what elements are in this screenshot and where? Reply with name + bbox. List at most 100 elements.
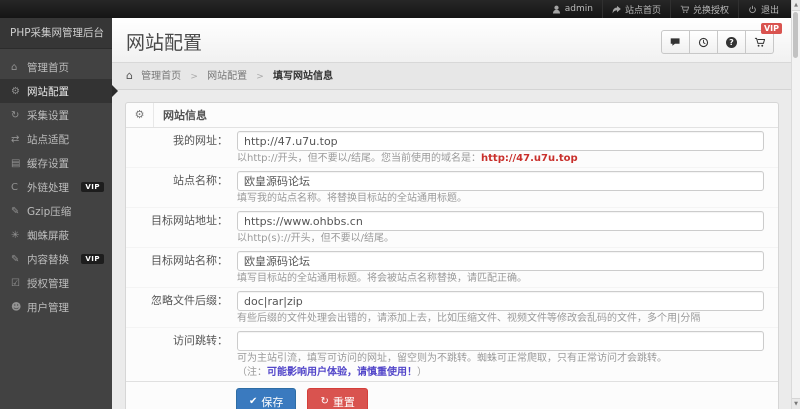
refresh-icon: ↻ bbox=[320, 396, 329, 407]
site-home-icon bbox=[612, 5, 621, 13]
field-ignore-ext: 忽略文件后缀： 有些后缀的文件处理会出错的，请添加上去，比如压缩文件、视频文件等… bbox=[126, 288, 778, 328]
topbar-site-home-label: 站点首页 bbox=[624, 5, 661, 16]
target-url-input[interactable] bbox=[237, 211, 764, 231]
sidebar: PHP采集网管理后台 ⌂ 管理首页 ⚙ 网站配置 ↻ 采集设置 ⇄ 站点适配 ▤… bbox=[0, 18, 118, 409]
field-visit-redirect: 访问跳转： 可为主站引流，填写可访问的网址，留空则为不跳转。蜘蛛可正常爬取，只有… bbox=[126, 328, 778, 381]
sidebar-menu: ⌂ 管理首页 ⚙ 网站配置 ↻ 采集设置 ⇄ 站点适配 ▤ 缓存设置 C 外链处… bbox=[0, 49, 118, 319]
app-brand: PHP采集网管理后台 bbox=[0, 18, 112, 49]
site-name-input[interactable] bbox=[237, 171, 764, 191]
sidebar-item-spider-block[interactable]: ✳ 蜘蛛屏蔽 bbox=[0, 223, 112, 247]
target-name-input[interactable] bbox=[237, 251, 764, 271]
external-link-icon: C bbox=[11, 181, 18, 193]
sidebar-item-user-manage[interactable]: ☻ 用户管理 bbox=[0, 295, 112, 319]
power-icon bbox=[749, 5, 756, 13]
admin-app: admin 站点首页 兑换授权 退出 PHP采集网管理后台 ⌂ 管理首页 ⚙ 网… bbox=[0, 0, 800, 409]
panel-footer: ✔ 保存 ↻ 重置 bbox=[126, 381, 778, 409]
field-target-name: 目标网站名称： 填写目标站的全站通用标题。将会被站点名称替换，请匹配正确。 bbox=[126, 248, 778, 288]
cart-icon bbox=[754, 37, 765, 47]
users-icon: ☻ bbox=[11, 301, 22, 313]
active-item-arrow bbox=[112, 85, 118, 97]
gear-icon: ⚙ bbox=[11, 85, 20, 97]
field-label: 忽略文件后缀： bbox=[151, 294, 228, 307]
field-hint: 填写目标站的全站通用标题。将会被站点名称替换，请匹配正确。 bbox=[237, 273, 527, 284]
topbar-exchange-license[interactable]: 兑换授权 bbox=[669, 0, 738, 18]
sidebar-item-home[interactable]: ⌂ 管理首页 bbox=[0, 55, 112, 79]
topbar-admin[interactable]: admin bbox=[543, 0, 602, 18]
field-hint: 有些后缀的文件处理会出错的，请添加上去，比如压缩文件、视频文件等修改会乱码的文件… bbox=[237, 313, 701, 324]
panel-header: ⚙ 网站信息 bbox=[126, 103, 778, 128]
sidebar-item-content-replace[interactable]: ✎ 内容替换 VIP bbox=[0, 247, 112, 271]
scrollbar-thumb[interactable] bbox=[793, 12, 798, 58]
sidebar-item-site-config[interactable]: ⚙ 网站配置 bbox=[0, 79, 118, 103]
field-label: 目标网站名称： bbox=[151, 254, 228, 267]
site-info-panel: ⚙ 网站信息 我的网址： 以http://开头，但不要以/结尾。您当前使用的域名… bbox=[125, 102, 779, 409]
clock-icon bbox=[698, 37, 709, 47]
sidebar-item-collect-settings[interactable]: ↻ 采集设置 bbox=[0, 103, 112, 127]
ignore-ext-input[interactable] bbox=[237, 291, 764, 311]
spider-icon: ✳ bbox=[11, 229, 20, 241]
my-url-input[interactable] bbox=[237, 131, 764, 151]
page-scrollbar[interactable]: ▲ ▼ bbox=[791, 0, 800, 409]
sidebar-item-gzip[interactable]: ✎ Gzip压缩 bbox=[0, 199, 112, 223]
sidebar-item-cache-settings[interactable]: ▤ 缓存设置 bbox=[0, 151, 112, 175]
history-button[interactable] bbox=[690, 30, 718, 54]
scroll-down-icon[interactable]: ▼ bbox=[792, 398, 800, 409]
field-note: （注：可能影响用户体验，请慎重使用！） bbox=[237, 367, 427, 378]
home-icon: ⌂ bbox=[11, 61, 18, 73]
cache-icon: ▤ bbox=[11, 157, 21, 169]
breadcrumb-home-link[interactable]: 管理首页 bbox=[141, 71, 181, 82]
save-button[interactable]: ✔ 保存 bbox=[236, 388, 297, 409]
compress-icon: ✎ bbox=[11, 205, 20, 217]
message-button[interactable] bbox=[661, 30, 690, 54]
field-target-url: 目标网站地址： 以http(s)://开头，但不要以/结尾。 bbox=[126, 208, 778, 248]
topbar-logout-label: 退出 bbox=[760, 5, 779, 16]
page-header: 网站配置 ? VIP bbox=[112, 18, 792, 63]
field-label: 访问跳转： bbox=[173, 334, 228, 347]
shop-button[interactable]: VIP bbox=[746, 23, 782, 54]
question-icon: ? bbox=[726, 36, 737, 48]
topbar-logout[interactable]: 退出 bbox=[737, 0, 788, 18]
breadcrumb-separator: > bbox=[256, 72, 264, 82]
topbar-exchange-license-label: 兑换授权 bbox=[692, 5, 729, 16]
vip-badge: VIP bbox=[760, 23, 782, 34]
topbar-right-menu: admin 站点首页 兑换授权 退出 bbox=[543, 0, 788, 18]
main-area: 网站配置 ? VIP ⌂ 管理首页 > 网站配置 > 填写网站信息 ⚙ 网站信息… bbox=[112, 18, 792, 409]
reset-button[interactable]: ↻ 重置 bbox=[307, 388, 368, 409]
cart-icon bbox=[680, 5, 689, 13]
replace-icon: ✎ bbox=[11, 253, 20, 265]
help-button[interactable]: ? bbox=[718, 30, 746, 54]
message-icon bbox=[670, 37, 680, 46]
vip-badge: VIP bbox=[81, 182, 104, 192]
field-hint: 填写我的站点名称。将替换目标站的全站通用标题。 bbox=[237, 193, 467, 204]
topbar-admin-label: admin bbox=[564, 4, 593, 14]
topbar: admin 站点首页 兑换授权 退出 bbox=[0, 0, 800, 18]
header-actions: ? VIP bbox=[661, 23, 782, 54]
field-my-url: 我的网址： 以http://开头，但不要以/结尾。您当前使用的域名是：http:… bbox=[126, 128, 778, 168]
field-hint: 以http://开头，但不要以/结尾。您当前使用的域名是：http://47.u… bbox=[237, 153, 578, 164]
breadcrumb-separator: > bbox=[190, 72, 198, 82]
sidebar-item-external-links[interactable]: C 外链处理 VIP bbox=[0, 175, 112, 199]
topbar-site-home[interactable]: 站点首页 bbox=[601, 0, 670, 18]
field-hint: 以http(s)://开头，但不要以/结尾。 bbox=[237, 233, 395, 244]
breadcrumb-current: 填写网站信息 bbox=[273, 71, 334, 82]
sidebar-item-site-adapt[interactable]: ⇄ 站点适配 bbox=[0, 127, 112, 151]
breadcrumb: ⌂ 管理首页 > 网站配置 > 填写网站信息 bbox=[112, 63, 792, 90]
check-icon: ✔ bbox=[249, 396, 258, 407]
gear-icon: ⚙ bbox=[126, 103, 154, 127]
collect-icon: ↻ bbox=[11, 109, 20, 121]
field-label: 我的网址： bbox=[173, 134, 228, 147]
content: ⚙ 网站信息 我的网址： 以http://开头，但不要以/结尾。您当前使用的域名… bbox=[112, 90, 792, 409]
user-icon bbox=[552, 5, 560, 13]
breadcrumb-site-config-link[interactable]: 网站配置 bbox=[207, 71, 247, 82]
adapt-icon: ⇄ bbox=[11, 133, 20, 145]
field-label: 目标网站地址： bbox=[151, 214, 228, 227]
site-info-form: 我的网址： 以http://开头，但不要以/结尾。您当前使用的域名是：http:… bbox=[126, 128, 778, 381]
vip-badge: VIP bbox=[81, 254, 104, 264]
visit-redirect-input[interactable] bbox=[237, 331, 764, 351]
field-site-name: 站点名称： 填写我的站点名称。将替换目标站的全站通用标题。 bbox=[126, 168, 778, 208]
sidebar-item-license-manage[interactable]: ☑ 授权管理 bbox=[0, 271, 112, 295]
current-domain-highlight: http://47.u7u.top bbox=[481, 153, 578, 164]
warning-note-highlight: 可能影响用户体验，请慎重使用！ bbox=[267, 367, 417, 378]
scroll-up-icon[interactable]: ▲ bbox=[792, 0, 800, 11]
license-icon: ☑ bbox=[11, 277, 20, 289]
